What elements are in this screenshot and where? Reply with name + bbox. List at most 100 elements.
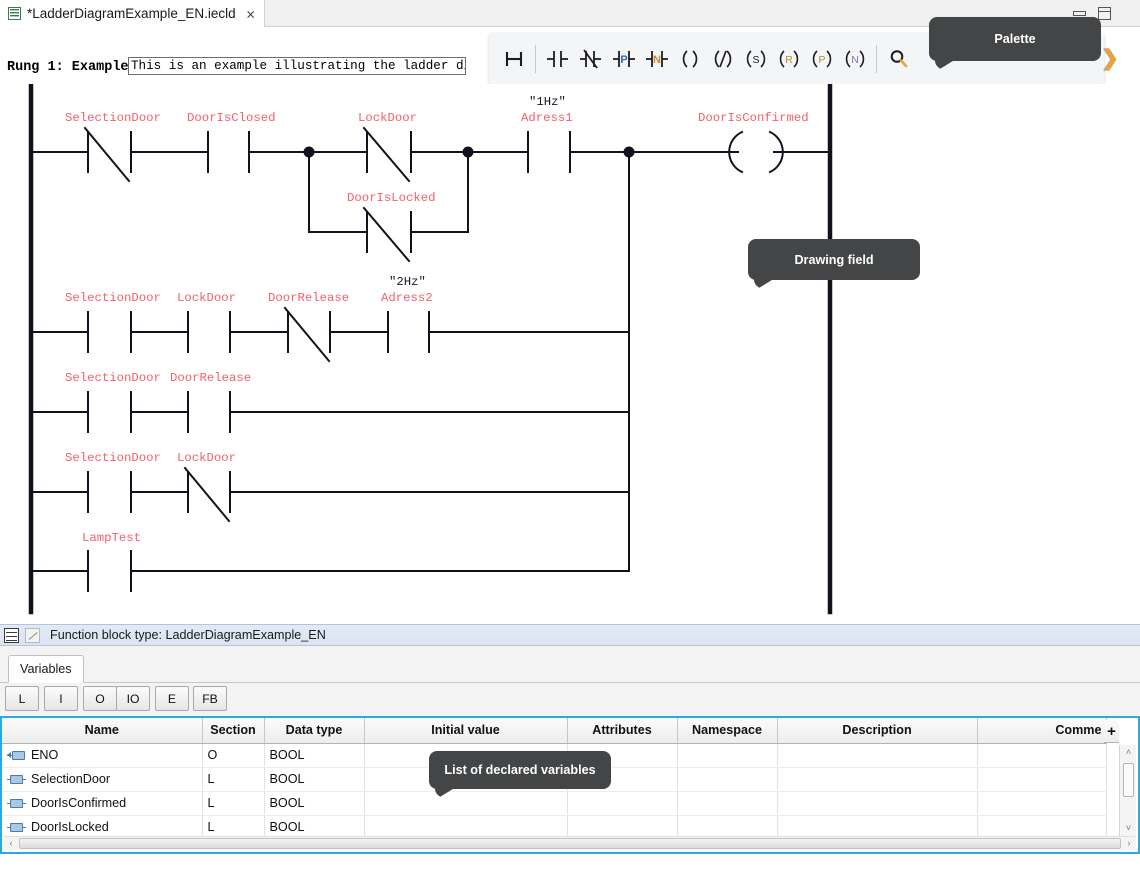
junction-dot (462, 146, 474, 158)
palette-normally-closed-contact[interactable] (574, 39, 607, 79)
ladder-diagram[interactable] (0, 84, 1120, 621)
svg-text:N: N (653, 54, 661, 66)
label-doorrelease-2[interactable]: DoorRelease (170, 371, 251, 385)
label-adress1[interactable]: Adress1 (521, 111, 573, 125)
editor-tab-ladderdiagramexample[interactable]: *LadderDiagramExample_EN.iecld ⨯ (0, 0, 265, 27)
column-header-section[interactable]: Section (202, 718, 265, 744)
palette-positive-edge-coil[interactable]: P (805, 39, 838, 79)
label-selectiondoor-1[interactable]: SelectionDoor (65, 111, 161, 125)
ladder-file-icon (8, 7, 21, 20)
table-vertical-scrollbar[interactable]: ˄ ˅ (1119, 745, 1136, 836)
variables-tab-row: Variables (0, 646, 1140, 683)
column-header-comment[interactable]: Comme (977, 718, 1107, 744)
label-lamptest[interactable]: LampTest (82, 531, 141, 545)
table-row[interactable]: DoorIsConfirmed L BOOL (2, 791, 1107, 816)
label-selectiondoor-4[interactable]: SelectionDoor (65, 451, 161, 465)
filter-button-o[interactable]: O (83, 686, 117, 711)
palette-set-coil[interactable]: S (739, 39, 772, 79)
scroll-right-icon[interactable]: › (1122, 837, 1136, 850)
variable-attributes-cell[interactable] (567, 791, 678, 816)
filter-button-io[interactable]: IO (116, 686, 150, 711)
svg-text:P: P (620, 54, 627, 66)
filter-button-e[interactable]: E (155, 686, 189, 711)
variable-name-cell[interactable]: ENO (2, 743, 203, 768)
label-doorisconfirmed[interactable]: DoorIsConfirmed (698, 111, 809, 125)
label-doorisclosed[interactable]: DoorIsClosed (187, 111, 276, 125)
variable-datatype-cell[interactable]: BOOL (264, 791, 365, 816)
variable-name-cell[interactable]: DoorIsConfirmed (2, 791, 203, 816)
label-doorislocked[interactable]: DoorIsLocked (347, 191, 436, 205)
callout-palette: Palette (929, 17, 1101, 72)
variable-initial-cell[interactable] (364, 791, 568, 816)
label-lockdoor-2[interactable]: LockDoor (177, 291, 236, 305)
variable-comment-cell[interactable] (977, 767, 1107, 792)
column-header-initialvalue[interactable]: Initial value (364, 718, 568, 744)
variable-name-cell[interactable]: SelectionDoor (2, 767, 203, 792)
palette-negative-edge-coil[interactable]: N (838, 39, 871, 79)
edit-pen-icon[interactable] (25, 627, 40, 643)
column-header-attributes[interactable]: Attributes (567, 718, 678, 744)
palette-reset-coil[interactable]: R (772, 39, 805, 79)
address-2hz: "2Hz" (389, 275, 426, 289)
scroll-down-icon[interactable]: ˅ (1120, 821, 1137, 836)
svg-text:R: R (785, 54, 793, 66)
variable-datatype-cell[interactable]: BOOL (264, 767, 365, 792)
column-header-description[interactable]: Description (777, 718, 978, 744)
column-header-datatype[interactable]: Data type (264, 718, 365, 744)
chevron-right-icon[interactable]: ❯ (1101, 48, 1119, 70)
palette-positive-edge-contact[interactable]: P (607, 39, 640, 79)
variable-description-cell[interactable] (777, 791, 978, 816)
filter-button-i[interactable]: I (44, 686, 78, 711)
label-selectiondoor-3[interactable]: SelectionDoor (65, 371, 161, 385)
table-view-icon[interactable] (4, 627, 19, 643)
add-column-button[interactable]: + (1104, 720, 1119, 743)
callout-drawing-field: Drawing field (748, 239, 920, 291)
filter-button-l[interactable]: L (5, 686, 39, 711)
palette-separator-2 (876, 45, 877, 73)
variable-comment-cell[interactable] (977, 791, 1107, 816)
callout-palette-text: Palette (994, 32, 1036, 46)
function-block-header: Function block type: LadderDiagramExampl… (0, 624, 1140, 646)
drawing-field[interactable]: SelectionDoor DoorIsClosed LockDoor Door… (0, 84, 1120, 621)
palette-coil[interactable] (673, 39, 706, 79)
label-lockdoor-1[interactable]: LockDoor (358, 111, 417, 125)
variable-description-cell[interactable] (777, 767, 978, 792)
scroll-up-icon[interactable]: ˄ (1120, 745, 1137, 760)
variable-name-text: SelectionDoor (31, 772, 111, 786)
label-lockdoor-3[interactable]: LockDoor (177, 451, 236, 465)
local-variable-icon (7, 798, 26, 809)
palette-negative-edge-contact[interactable]: N (640, 39, 673, 79)
svg-text:S: S (752, 54, 759, 66)
label-selectiondoor-2[interactable]: SelectionDoor (65, 291, 161, 305)
variable-namespace-cell[interactable] (677, 767, 778, 792)
tab-variables[interactable]: Variables (8, 655, 84, 683)
callout-drawing-field-text: Drawing field (794, 252, 874, 267)
variable-datatype-cell[interactable]: BOOL (264, 743, 365, 768)
variable-namespace-cell[interactable] (677, 791, 778, 816)
palette-rung-tool[interactable] (497, 39, 530, 79)
filter-button-fb[interactable]: FB (193, 686, 227, 711)
variable-section-cell[interactable]: O (202, 743, 265, 768)
scroll-thumb-horizontal[interactable] (19, 838, 1121, 849)
column-header-name[interactable]: Name (2, 718, 203, 744)
variable-comment-cell[interactable] (977, 743, 1107, 768)
variable-namespace-cell[interactable] (677, 743, 778, 768)
close-icon[interactable]: ⨯ (246, 7, 256, 21)
palette-negated-coil[interactable] (706, 39, 739, 79)
variable-section-cell[interactable]: L (202, 767, 265, 792)
palette-normally-open-contact[interactable] (541, 39, 574, 79)
rung-label: Rung 1: Example (7, 60, 129, 75)
search-icon[interactable] (882, 39, 915, 79)
label-doorrelease-1[interactable]: DoorRelease (268, 291, 349, 305)
table-horizontal-scrollbar[interactable]: ‹ › (4, 836, 1136, 850)
rung-comment-field[interactable]: This is an example illustrating the ladd… (128, 57, 466, 75)
scroll-left-icon[interactable]: ‹ (4, 837, 18, 850)
variable-description-cell[interactable] (777, 743, 978, 768)
column-header-namespace[interactable]: Namespace (677, 718, 778, 744)
label-adress2[interactable]: Adress2 (381, 291, 433, 305)
variable-section-cell[interactable]: L (202, 791, 265, 816)
junction-dot (303, 146, 315, 158)
scroll-thumb-vertical[interactable] (1123, 763, 1134, 797)
callout-variable-list-text: List of declared variables (444, 763, 596, 777)
maximize-button[interactable] (1098, 7, 1112, 20)
